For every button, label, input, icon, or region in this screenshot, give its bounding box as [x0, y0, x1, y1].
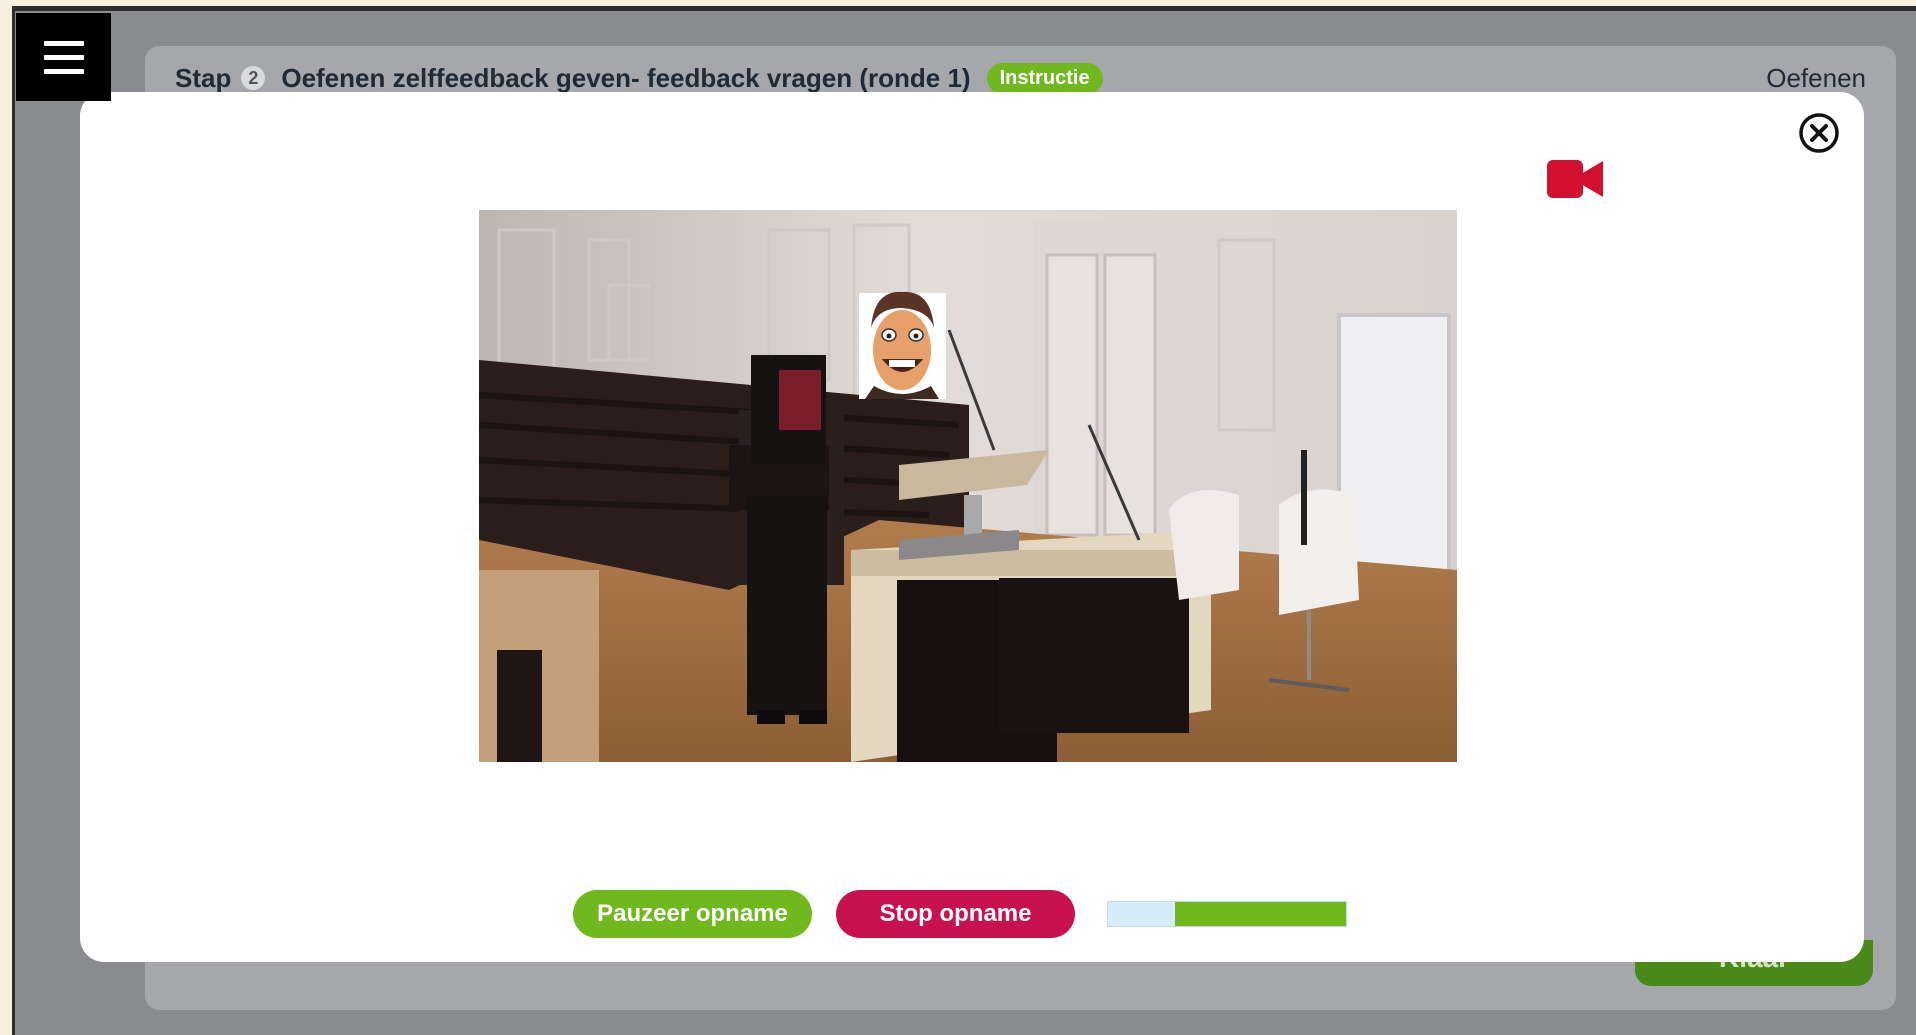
mode-label: Oefenen	[1766, 62, 1866, 93]
recording-modal: Pauzeer opname Stop opname	[80, 92, 1864, 962]
step-number-badge: 2	[241, 66, 266, 90]
menu-bar-icon	[43, 68, 84, 74]
cartoon-face-icon	[859, 291, 946, 399]
video-camera-icon	[1545, 158, 1605, 200]
menu-bar-icon	[43, 54, 84, 60]
menu-bar-icon	[43, 40, 84, 46]
audio-level-meter	[1107, 901, 1347, 927]
audio-level-fill	[1174, 902, 1346, 926]
pause-recording-button[interactable]: Pauzeer opname	[573, 890, 812, 938]
stop-recording-button[interactable]: Stop opname	[836, 890, 1075, 938]
step-label: Stap	[175, 62, 232, 93]
recording-controls: Pauzeer opname Stop opname	[573, 890, 1347, 938]
step-title: Oefenen zelffeedback geven- feedback vra…	[281, 62, 971, 93]
close-icon[interactable]	[1798, 112, 1840, 154]
instruction-badge[interactable]: Instructie	[986, 62, 1103, 94]
video-preview	[479, 210, 1457, 762]
lecture-hall-scene	[479, 210, 1457, 762]
hamburger-menu-button[interactable]	[16, 13, 111, 101]
